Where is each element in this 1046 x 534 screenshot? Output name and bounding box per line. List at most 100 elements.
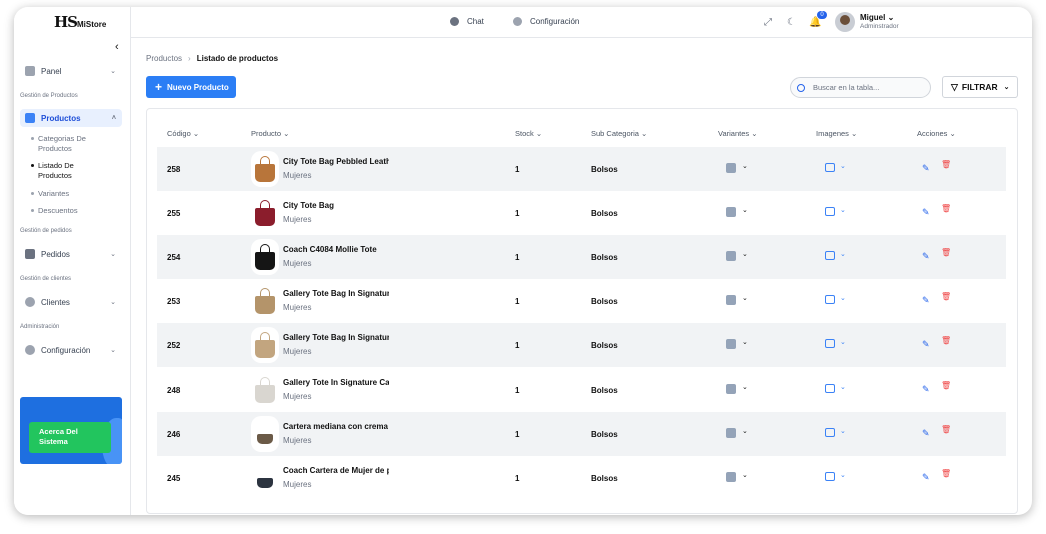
chevron-down-icon[interactable]: ⌄ bbox=[742, 294, 748, 302]
trash-icon[interactable]: 🗑 bbox=[941, 160, 951, 169]
chevron-down-icon[interactable]: ⌄ bbox=[742, 383, 748, 391]
image-gallery-icon[interactable] bbox=[825, 472, 835, 481]
sidebar-item-productos[interactable]: Productos ˄ bbox=[20, 109, 122, 127]
chevron-down-icon[interactable]: ⌄ bbox=[840, 338, 846, 346]
variants-icon[interactable] bbox=[726, 251, 736, 261]
edit-icon[interactable]: ✎ bbox=[922, 339, 930, 350]
column-header-codigo[interactable]: Código ⌄ bbox=[167, 129, 199, 138]
breadcrumb-parent[interactable]: Productos bbox=[146, 54, 182, 63]
bullet-icon bbox=[31, 164, 34, 167]
table-row[interactable]: 253 Gallery Tote Bag In Signature Mujeres 1… bbox=[157, 279, 1006, 323]
about-button[interactable]: Acerca Del Sistema bbox=[29, 422, 111, 453]
product-image[interactable] bbox=[251, 239, 279, 275]
trash-icon[interactable]: 🗑 bbox=[941, 204, 951, 213]
variants-icon[interactable] bbox=[726, 472, 736, 482]
trash-icon[interactable]: 🗑 bbox=[941, 336, 951, 345]
variants-icon[interactable] bbox=[726, 295, 736, 305]
variants-icon[interactable] bbox=[726, 163, 736, 173]
table-row[interactable]: 252 Gallery Tote Bag In Signature Mujeres 1… bbox=[157, 323, 1006, 367]
trash-icon[interactable]: 🗑 bbox=[941, 381, 951, 390]
table-row[interactable]: 246 Cartera mediana con crema Mujeres 1 Bols… bbox=[157, 412, 1006, 456]
image-gallery-icon[interactable] bbox=[825, 384, 835, 393]
product-subcategory: Bolsos bbox=[591, 473, 618, 483]
chevron-down-icon[interactable]: ⌄ bbox=[742, 250, 748, 258]
product-image[interactable] bbox=[251, 195, 279, 231]
user-name: Miguel bbox=[860, 13, 886, 22]
column-header-stock[interactable]: Stock ⌄ bbox=[515, 129, 542, 138]
product-image[interactable] bbox=[251, 460, 279, 496]
edit-icon[interactable]: ✎ bbox=[922, 428, 930, 439]
new-product-button[interactable]: + Nuevo Producto bbox=[146, 76, 236, 98]
trash-icon[interactable]: 🗑 bbox=[941, 469, 951, 478]
table-row[interactable]: 258 City Tote Bag Pebbled Leather Mujeres 1… bbox=[157, 147, 1006, 191]
chat-link[interactable]: Chat bbox=[450, 17, 484, 26]
product-image[interactable] bbox=[251, 372, 279, 408]
table-row[interactable]: 248 Gallery Tote In Signature Canvas Mujer… bbox=[157, 368, 1006, 412]
edit-icon[interactable]: ✎ bbox=[922, 251, 930, 262]
chevron-down-icon[interactable]: ⌄ bbox=[840, 162, 846, 170]
edit-icon[interactable]: ✎ bbox=[922, 163, 930, 174]
image-gallery-icon[interactable] bbox=[825, 295, 835, 304]
chevron-down-icon[interactable]: ⌄ bbox=[840, 250, 846, 258]
column-header-subcategoria[interactable]: Sub Categoria ⌄ bbox=[591, 129, 647, 138]
column-header-producto[interactable]: Producto ⌄ bbox=[251, 129, 289, 138]
chevron-down-icon[interactable]: ⌄ bbox=[742, 471, 748, 479]
edit-icon[interactable]: ✎ bbox=[922, 472, 930, 483]
chevron-down-icon[interactable]: ⌄ bbox=[742, 206, 748, 214]
product-image[interactable] bbox=[251, 416, 279, 452]
trash-icon[interactable]: 🗑 bbox=[941, 425, 951, 434]
product-image[interactable] bbox=[251, 151, 279, 187]
variants-icon[interactable] bbox=[726, 207, 736, 217]
subitem-categorias[interactable]: Categorias De Productos bbox=[31, 134, 108, 154]
dark-mode-icon[interactable]: ☾ bbox=[787, 17, 796, 28]
column-header-variantes[interactable]: Variantes ⌄ bbox=[718, 129, 758, 138]
chevron-down-icon[interactable]: ⌄ bbox=[742, 338, 748, 346]
sidebar-item-configuracion[interactable]: Configuración ⌄ bbox=[20, 341, 122, 359]
variants-icon[interactable] bbox=[726, 428, 736, 438]
chevron-down-icon[interactable]: ⌄ bbox=[840, 427, 846, 435]
trash-icon[interactable]: 🗑 bbox=[941, 292, 951, 301]
image-gallery-icon[interactable] bbox=[825, 163, 835, 172]
edit-icon[interactable]: ✎ bbox=[922, 207, 930, 218]
collapse-sidebar-icon[interactable]: ‹ bbox=[115, 41, 119, 53]
table-row[interactable]: 245 Coach Cartera de Mujer de piel Mujeres… bbox=[157, 456, 1006, 500]
avatar[interactable] bbox=[835, 12, 855, 32]
filter-button[interactable]: ▽ FILTRAR ⌄ bbox=[942, 76, 1018, 98]
edit-icon[interactable]: ✎ bbox=[922, 384, 930, 395]
table-row[interactable]: 255 City Tote Bag Mujeres 1 Bolsos ⌄ ⌄ ✎ 🗑 bbox=[157, 191, 1006, 235]
subitem-label: Listado De Productos bbox=[38, 161, 74, 180]
column-header-imagenes[interactable]: Imagenes ⌄ bbox=[816, 129, 857, 138]
subitem-listado[interactable]: Listado De Productos bbox=[31, 161, 108, 181]
chevron-down-icon[interactable]: ⌄ bbox=[840, 383, 846, 391]
edit-icon[interactable]: ✎ bbox=[922, 295, 930, 306]
subitem-label: Variantes bbox=[38, 189, 70, 198]
bag-thumbnail-icon bbox=[255, 377, 275, 403]
user-menu[interactable]: Miguel ⌄ bbox=[860, 13, 894, 22]
column-header-acciones[interactable]: Acciones ⌄ bbox=[917, 129, 956, 138]
image-gallery-icon[interactable] bbox=[825, 339, 835, 348]
config-link[interactable]: Configuración bbox=[513, 17, 579, 26]
sidebar-item-pedidos[interactable]: Pedidos ⌄ bbox=[20, 245, 122, 263]
product-image[interactable] bbox=[251, 327, 279, 363]
variants-icon[interactable] bbox=[726, 384, 736, 394]
chevron-down-icon: ⌄ bbox=[110, 299, 116, 306]
variants-icon[interactable] bbox=[726, 339, 736, 349]
logo[interactable]: HSMiStore bbox=[54, 15, 106, 30]
subitem-descuentos[interactable]: Descuentos bbox=[31, 206, 108, 216]
fullscreen-icon[interactable]: ⤢ bbox=[764, 17, 772, 28]
chevron-down-icon[interactable]: ⌄ bbox=[840, 471, 846, 479]
chevron-down-icon[interactable]: ⌄ bbox=[840, 294, 846, 302]
table-row[interactable]: 254 Coach C4084 Mollie Tote Mujeres 1 Bolsos… bbox=[157, 235, 1006, 279]
chevron-down-icon[interactable]: ⌄ bbox=[742, 427, 748, 435]
chevron-down-icon[interactable]: ⌄ bbox=[742, 162, 748, 170]
product-image[interactable] bbox=[251, 283, 279, 319]
chevron-down-icon[interactable]: ⌄ bbox=[840, 206, 846, 214]
sidebar-item-clientes[interactable]: Clientes ⌄ bbox=[20, 293, 122, 311]
sidebar-item-panel[interactable]: Panel ⌄ bbox=[20, 62, 122, 80]
subitem-variantes[interactable]: Variantes bbox=[31, 189, 108, 199]
image-gallery-icon[interactable] bbox=[825, 251, 835, 260]
search-input[interactable]: Buscar en la tabla... bbox=[790, 77, 931, 98]
trash-icon[interactable]: 🗑 bbox=[941, 248, 951, 257]
image-gallery-icon[interactable] bbox=[825, 428, 835, 437]
image-gallery-icon[interactable] bbox=[825, 207, 835, 216]
